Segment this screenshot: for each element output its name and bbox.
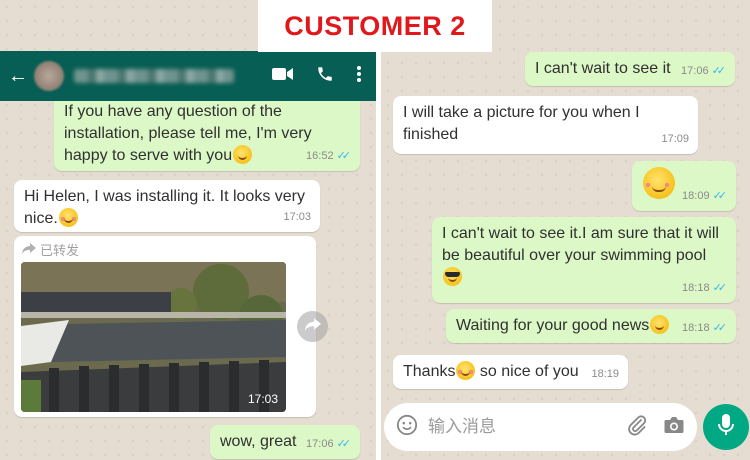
app-bar-actions (272, 65, 368, 88)
forward-button[interactable] (297, 311, 328, 342)
message-input[interactable] (428, 417, 608, 437)
message-bubble[interactable]: wow, great 17:06 ✓✓ (210, 425, 360, 459)
message-time: 17:06 (306, 438, 334, 450)
double-check-icon: ✓✓ (712, 282, 728, 294)
blush-emoji-icon (58, 208, 78, 227)
forwarded-text: 已转发 (40, 243, 80, 258)
message-text: wow, great (220, 433, 297, 450)
message-text: If you have any question of the installa… (64, 103, 312, 164)
chat-app-bar: ← (0, 51, 376, 101)
share-icon (304, 317, 321, 336)
message-meta: 18:18 ✓✓ (682, 277, 727, 299)
message-meta: 16:52 ✓✓ (306, 145, 351, 167)
grin-emoji-icon (233, 145, 253, 164)
message-time: 16:52 (306, 150, 334, 162)
double-check-icon: ✓✓ (712, 190, 728, 202)
forwarded-label: 已转发 (22, 240, 79, 259)
message-time: 18:09 (682, 190, 710, 202)
message-text: Waiting for your good news (456, 317, 650, 334)
photo-time: 17:03 (247, 392, 278, 406)
installation-photo[interactable]: 17:03 (21, 262, 286, 412)
double-check-icon: ✓✓ (711, 65, 727, 77)
grin-emoji-icon (650, 315, 670, 334)
camera-icon[interactable] (663, 415, 685, 440)
contact-name-blurred[interactable] (74, 69, 234, 83)
message-input-bar (384, 403, 697, 451)
message-meta: 18:19 (591, 363, 619, 385)
message-bubble[interactable]: Hi Helen, I was installing it. It looks … (14, 180, 320, 232)
message-time: 18:19 (591, 368, 619, 380)
double-check-icon: ✓✓ (336, 438, 352, 450)
message-bubble[interactable]: I can't wait to see it.I am sure that it… (432, 217, 736, 303)
back-arrow-icon[interactable]: ← (8, 65, 28, 88)
message-bubble[interactable]: I will take a picture for you when I fin… (393, 96, 698, 154)
avatar[interactable] (34, 61, 64, 91)
more-vert-icon[interactable] (356, 65, 362, 88)
double-check-icon: ✓✓ (336, 150, 352, 162)
message-time: 18:18 (682, 322, 710, 334)
message-meta: 17:09 (661, 128, 689, 150)
blush-emoji-icon (643, 167, 675, 199)
message-meta: 18:09 ✓✓ (682, 185, 727, 207)
message-bubble[interactable]: Thanks so nice of you 18:19 (393, 355, 628, 389)
message-bubble[interactable]: Waiting for your good news 18:18 ✓✓ (446, 309, 736, 343)
message-text: I can't wait to see it (535, 60, 671, 77)
sunglasses-emoji-icon (443, 267, 462, 286)
message-time: 17:09 (661, 133, 689, 145)
message-time: 18:18 (682, 282, 710, 294)
message-time: 17:06 (681, 65, 709, 77)
double-check-icon: ✓✓ (712, 322, 728, 334)
mic-button[interactable] (703, 404, 749, 450)
paperclip-icon[interactable] (627, 414, 647, 441)
message-text-suffix: so nice of you (475, 363, 579, 380)
photo-message[interactable]: 已转发 17:03 (14, 236, 316, 417)
mic-icon (718, 413, 734, 442)
message-meta: 18:18 ✓✓ (682, 317, 727, 339)
message-meta: 17:06 ✓✓ (306, 433, 351, 455)
video-call-icon[interactable] (272, 66, 294, 87)
message-text: Thanks (403, 363, 456, 380)
message-text: I can't wait to see it.I am sure that it… (442, 225, 719, 264)
message-bubble[interactable]: I can't wait to see it 17:06 ✓✓ (525, 52, 735, 86)
message-meta: 17:03 (283, 206, 311, 228)
message-text: I will take a picture for you when I fin… (403, 104, 640, 143)
emoji-icon[interactable] (396, 414, 418, 441)
message-meta: 17:06 ✓✓ (681, 60, 726, 82)
phone-icon[interactable] (316, 65, 334, 88)
message-bubble[interactable]: If you have any question of the installa… (54, 101, 360, 171)
message-bubble[interactable]: 18:09 ✓✓ (632, 161, 736, 211)
forwarded-icon (22, 242, 36, 257)
blush-emoji-icon (456, 361, 476, 380)
message-time: 17:03 (283, 211, 311, 223)
